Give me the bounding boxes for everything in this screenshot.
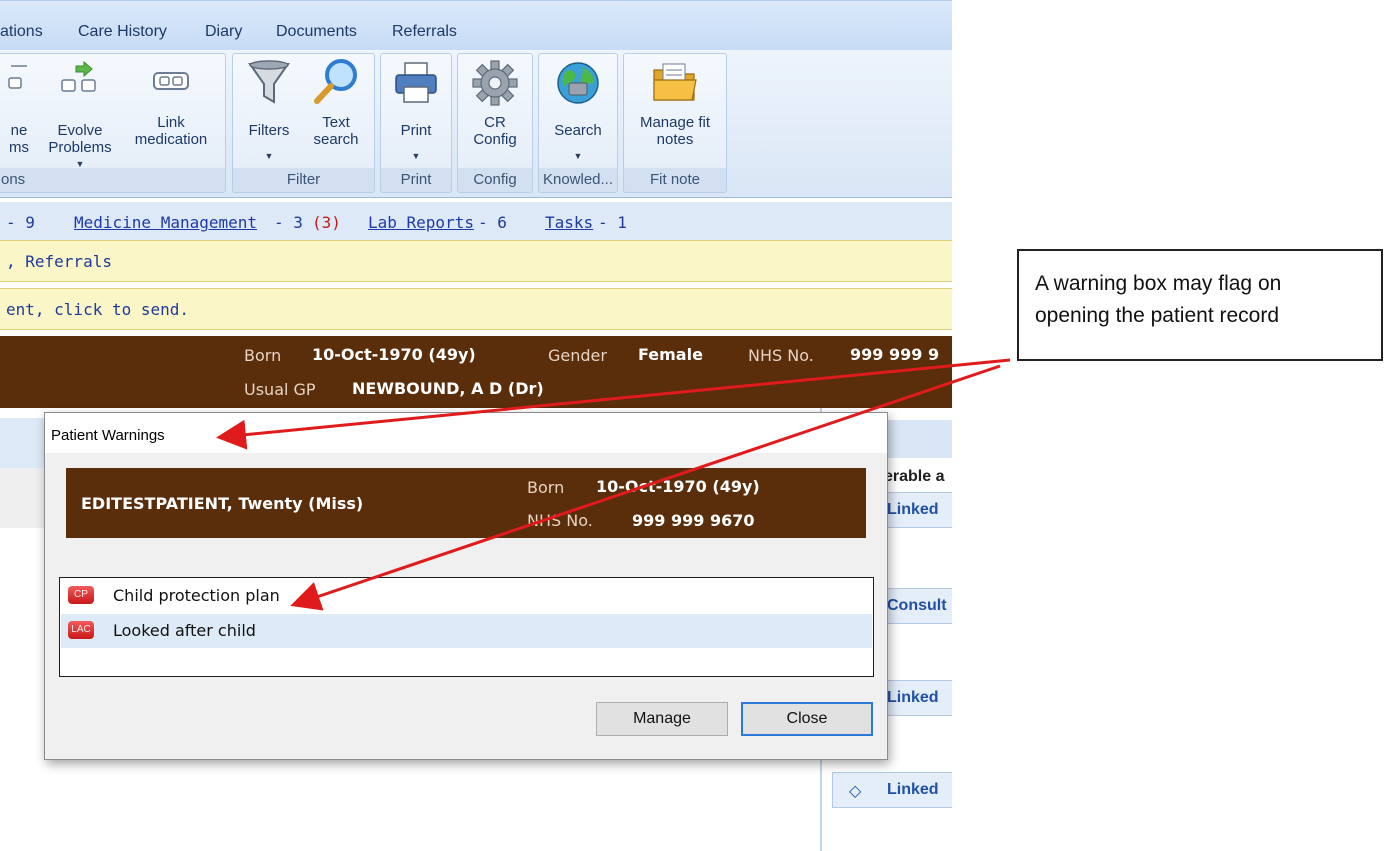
annotation-arrows: [216, 358, 1011, 611]
arrow-to-dialog-title: [216, 358, 1011, 450]
arrow-to-warning-row: [290, 364, 1001, 611]
screenshot-stage: ations Care History Diary Documents Refe…: [0, 0, 1400, 851]
